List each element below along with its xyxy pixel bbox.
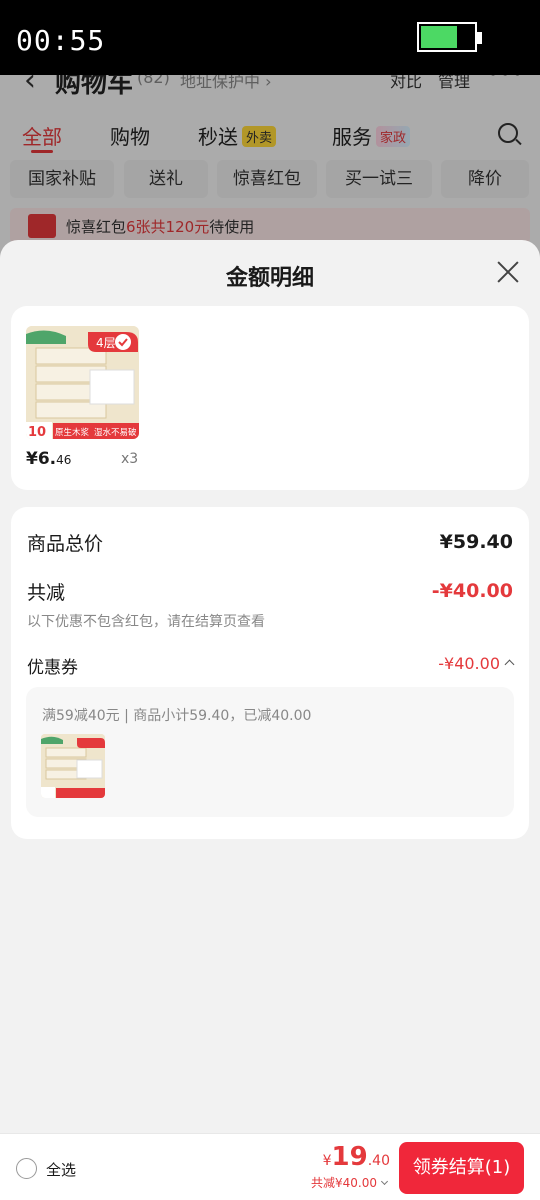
- total-dec: .40: [367, 1153, 390, 1169]
- product-price-int: ¥6.: [26, 449, 57, 469]
- chevron-up-icon: [504, 659, 515, 670]
- discount-note: 以下优惠不包含红包，请在结算页查看: [27, 614, 265, 630]
- coupon-value: -¥40.00: [438, 654, 500, 673]
- coupon-detail-box: 满59减40元 | 商品小计59.40，已减40.00: [26, 687, 514, 817]
- chevron-down-icon: [380, 1177, 389, 1186]
- select-all-radio[interactable]: [16, 1158, 37, 1179]
- coupon-description: 满59减40元 | 商品小计59.40，已减40.00: [42, 708, 312, 724]
- battery-icon: [417, 22, 482, 52]
- saved-amount: 共减¥40.00: [311, 1176, 377, 1190]
- select-all-label[interactable]: 全选: [46, 1159, 76, 1180]
- product-image-caption-1: 原生木浆: [55, 427, 90, 438]
- product-image[interactable]: 4层 10 原生木浆 湿水不易破: [26, 326, 139, 439]
- product-unit-price: ¥6.46: [26, 449, 71, 469]
- amount-detail-sheet: 金额明细 4层 10 原生木浆 湿水不易破 ¥6.46 x3 商品总价 ¥59.…: [0, 240, 540, 1200]
- discount-label: 共减: [27, 582, 66, 604]
- coupon-toggle[interactable]: -¥40.00: [438, 654, 515, 673]
- saved-amount-toggle[interactable]: 共减¥40.00: [311, 1174, 389, 1191]
- sheet-title: 金额明细: [225, 266, 314, 291]
- coupon-label: 优惠券: [27, 658, 78, 678]
- status-bar: 00:55: [0, 0, 540, 75]
- product-image-badge: 4层: [96, 336, 116, 350]
- product-quantity: x3: [121, 451, 139, 467]
- discount-value: -¥40.00: [431, 580, 513, 602]
- total-price-label: 商品总价: [27, 533, 104, 555]
- checkout-total: ¥19.40: [323, 1142, 390, 1172]
- close-icon[interactable]: [494, 258, 522, 286]
- product-image-caption-2: 湿水不易破: [94, 427, 137, 438]
- checkout-bar: 全选 ¥19.40 共减¥40.00 领券结算(1): [0, 1133, 540, 1200]
- product-price-dec: 46: [56, 453, 72, 467]
- product-card: 4层 10 原生木浆 湿水不易破 ¥6.46 x3: [11, 306, 529, 490]
- amount-summary-card: 商品总价 ¥59.40 共减 -¥40.00 以下优惠不包含红包，请在结算页查看…: [11, 507, 529, 839]
- checkout-button[interactable]: 领券结算(1): [399, 1142, 524, 1194]
- product-image-count: 10: [28, 425, 46, 439]
- total-int: 19: [331, 1142, 368, 1172]
- total-currency: ¥: [322, 1153, 332, 1169]
- total-price-value: ¥59.40: [439, 531, 513, 553]
- coupon-product-image: [41, 734, 105, 798]
- status-time: 00:55: [16, 24, 106, 57]
